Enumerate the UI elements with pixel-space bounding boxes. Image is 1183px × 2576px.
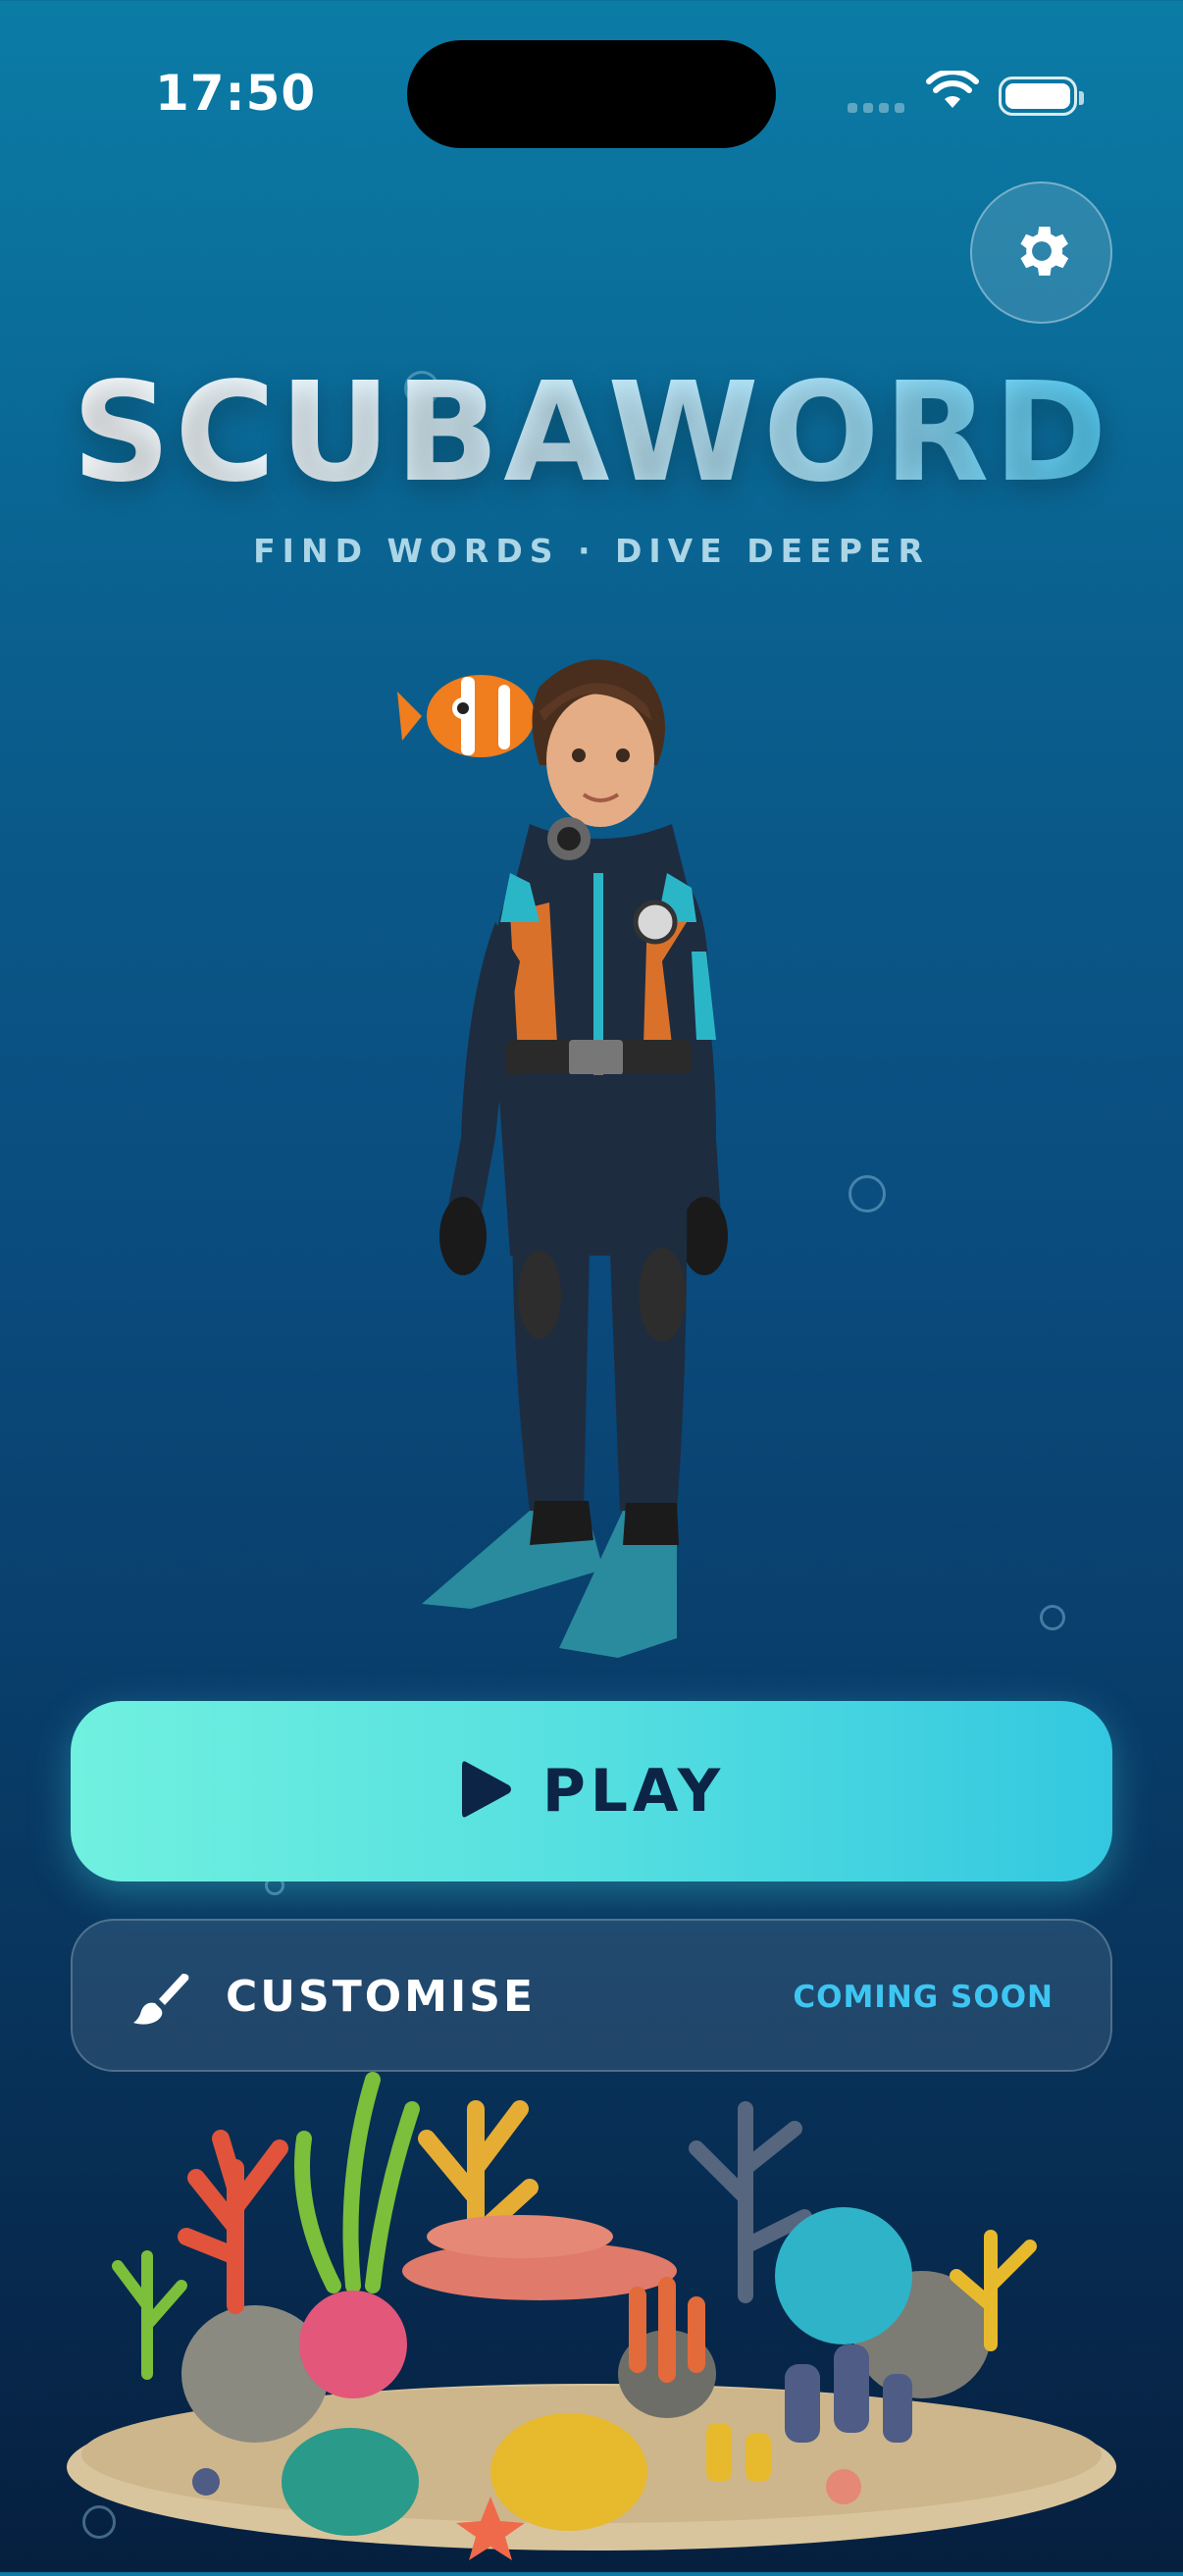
battery-icon: [999, 77, 1084, 116]
status-time: 17:50: [155, 65, 317, 122]
app-title: SCUBAWORD: [0, 355, 1183, 512]
dynamic-island: [407, 40, 776, 148]
coming-soon-badge: COMING SOON: [793, 1980, 1054, 2015]
gear-icon: [1008, 218, 1075, 288]
cellular-signal-icon: [848, 103, 906, 115]
diver-character-illustration: [392, 628, 785, 1697]
play-button[interactable]: PLAY: [71, 1701, 1112, 1881]
paintbrush-icon: [131, 1970, 190, 2033]
customise-button[interactable]: CUSTOMISE COMING SOON: [71, 1919, 1112, 2072]
settings-button[interactable]: [970, 181, 1112, 324]
coral-reef-illustration: [59, 2050, 1124, 2572]
wifi-icon: [926, 69, 979, 114]
play-icon: [458, 1758, 513, 1825]
app-tagline: FIND WORDS · DIVE DEEPER: [253, 532, 930, 570]
clownfish-illustration: [397, 675, 535, 757]
play-label: PLAY: [541, 1757, 726, 1826]
bubble: [849, 1175, 886, 1212]
customise-label: CUSTOMISE: [226, 1972, 537, 2022]
bubble: [1040, 1605, 1065, 1630]
